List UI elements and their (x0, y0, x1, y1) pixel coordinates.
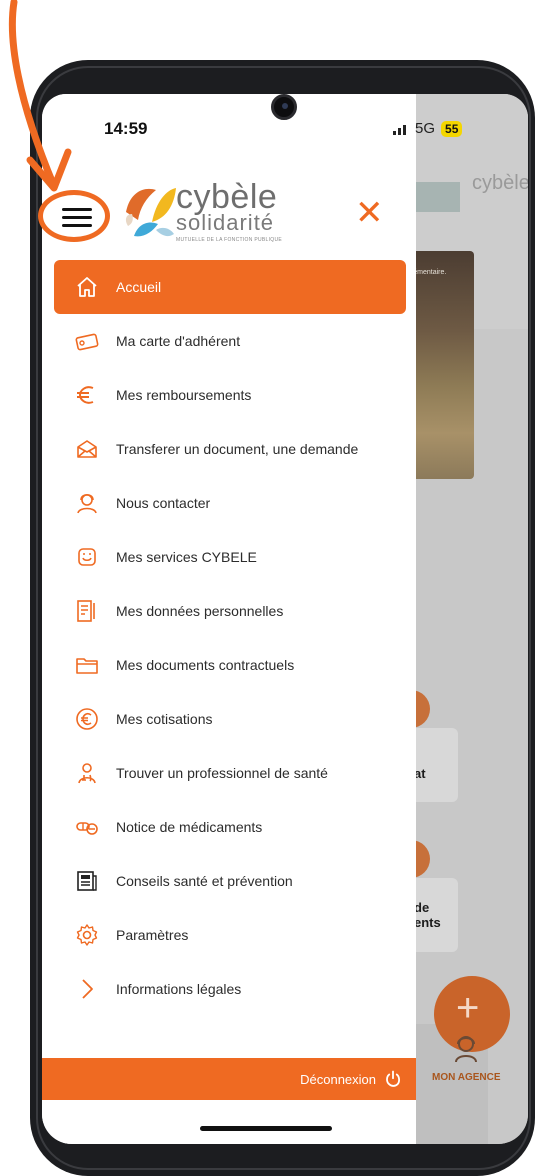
background-card-2-line2: ents (414, 915, 441, 930)
logout-button[interactable]: Déconnexion (42, 1058, 416, 1100)
folder-icon (74, 652, 100, 678)
home-icon (74, 274, 100, 300)
power-icon (386, 1070, 400, 1087)
cybele-logo: cybèle solidarité MUTUELLE DE LA FONCTIO… (122, 178, 292, 250)
menu-item-label: Mes remboursements (116, 387, 252, 403)
card-icon (74, 328, 100, 354)
menu-item-label: Mes cotisations (116, 711, 213, 727)
status-indicators: 5G 55 (393, 120, 463, 137)
battery-badge: 55 (441, 120, 463, 137)
menu-item-label: Accueil (116, 279, 162, 295)
menu-item-label: Nous contacter (116, 495, 211, 511)
background-card-2-line1: de (414, 900, 430, 915)
menu-item-label: Ma carte d'adhérent (116, 333, 241, 349)
drawer-menu: Accueil Ma carte d'adhérent Mes rembours… (54, 260, 406, 1016)
network-label: 5G (415, 120, 436, 137)
annotation-arrow (8, 0, 72, 192)
mon-agence-label: MON AGENCE (432, 1072, 501, 1083)
menu-item-label: Trouver un professionnel de santé (116, 765, 328, 781)
agent-icon (455, 1036, 477, 1063)
menu-item-label: Conseils santé et prévention (116, 873, 293, 889)
menu-item-accueil[interactable]: Accueil (54, 260, 406, 314)
logout-label: Déconnexion (300, 1071, 376, 1087)
menu-item-donnees-personnelles[interactable]: Mes données personnelles (54, 584, 406, 638)
envelope-icon (74, 436, 100, 462)
menu-item-label: Mes services CYBELE (116, 549, 257, 565)
plus-icon: + (456, 986, 480, 1030)
menu-item-trouver-professionnel[interactable]: Trouver un professionnel de santé (54, 746, 406, 800)
menu-item-transferer-document[interactable]: Transferer un document, une demande (54, 422, 406, 476)
menu-item-conseils-sante[interactable]: Conseils santé et prévention (54, 854, 406, 908)
menu-item-label: Mes documents contractuels (116, 657, 295, 673)
logo-tagline: MUTUELLE DE LA FONCTION PUBLIQUE (176, 237, 283, 243)
menu-item-label: Mes données personnelles (116, 603, 284, 619)
close-icon[interactable]: ✕ (355, 196, 384, 230)
euro-circle-icon (74, 706, 100, 732)
logo-leaves-icon (125, 188, 176, 237)
menu-item-cotisations[interactable]: Mes cotisations (54, 692, 406, 746)
background-logo: cybèle (472, 172, 528, 194)
menu-item-notice-medicaments[interactable]: Notice de médicaments (54, 800, 406, 854)
pills-icon (74, 814, 100, 840)
logo-subtitle: solidarité (176, 210, 275, 235)
menu-item-label: Transferer un document, une demande (116, 441, 359, 457)
menu-item-services-cybele[interactable]: Mes services CYBELE (54, 530, 406, 584)
gear-icon (74, 922, 100, 948)
home-indicator[interactable] (200, 1126, 332, 1131)
menu-item-label: Informations légales (116, 981, 242, 997)
menu-item-nous-contacter[interactable]: Nous contacter (54, 476, 406, 530)
signal-icon (393, 124, 406, 135)
services-icon (74, 544, 100, 570)
menu-item-label: Paramètres (116, 927, 189, 943)
menu-item-informations-legales[interactable]: Informations légales (54, 962, 406, 1016)
menu-item-label: Notice de médicaments (116, 819, 263, 835)
doctor-icon (74, 760, 100, 786)
chevron-right-icon (74, 976, 100, 1002)
menu-item-documents-contractuels[interactable]: Mes documents contractuels (54, 638, 406, 692)
menu-item-carte-adherent[interactable]: Ma carte d'adhérent (54, 314, 406, 368)
front-camera (271, 94, 297, 120)
contact-icon (74, 490, 100, 516)
menu-item-parametres[interactable]: Paramètres (54, 908, 406, 962)
newspaper-icon (74, 868, 100, 894)
menu-item-remboursements[interactable]: Mes remboursements (54, 368, 406, 422)
euro-icon (74, 382, 100, 408)
personal-data-icon (74, 598, 100, 624)
